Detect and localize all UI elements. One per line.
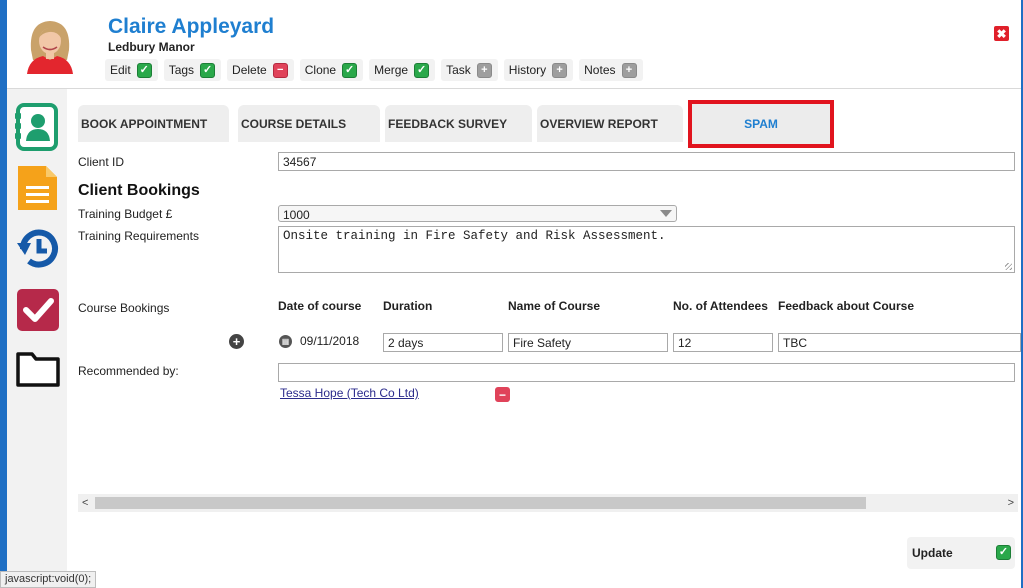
calendar-icon[interactable]: ▦: [279, 335, 292, 348]
notes-action[interactable]: Notes +: [579, 59, 643, 81]
notes-label: Notes: [584, 63, 616, 77]
contact-organisation: Ledbury Manor: [108, 40, 195, 54]
horizontal-scrollbar[interactable]: < >: [78, 494, 1018, 512]
history-action[interactable]: History +: [503, 59, 574, 81]
column-header-attendees: No. of Attendees: [673, 299, 768, 313]
recommended-by-field[interactable]: [278, 363, 1015, 382]
folder-icon: [16, 352, 60, 387]
check-icon[interactable]: ✓: [200, 62, 216, 78]
history-icon: [17, 229, 58, 268]
update-button[interactable]: Update ✓: [907, 537, 1015, 569]
history-label: History: [508, 63, 547, 77]
task-action[interactable]: Task +: [441, 59, 498, 81]
tab-course-details[interactable]: COURSE DETAILS: [238, 105, 380, 142]
contact-window: Claire Appleyard Ledbury Manor Edit ✓ Ta…: [7, 0, 1021, 588]
task-label: Task: [446, 63, 471, 77]
delete-label: Delete: [232, 63, 267, 77]
column-header-duration: Duration: [383, 299, 433, 313]
column-header-course-name: Name of Course: [508, 299, 601, 313]
update-label: Update: [912, 546, 953, 560]
check-icon[interactable]: ✓: [136, 62, 152, 78]
clone-label: Clone: [304, 63, 337, 77]
contact-name: Claire Appleyard: [108, 15, 275, 38]
resize-grip-icon[interactable]: [1005, 263, 1012, 270]
sidebar-item-history[interactable]: [15, 225, 61, 273]
scroll-left-icon[interactable]: <: [82, 497, 88, 509]
delete-action[interactable]: Delete −: [227, 59, 294, 81]
recommended-by-label: Recommended by:: [78, 364, 179, 378]
tab-book-appointment[interactable]: BOOK APPOINTMENT: [78, 105, 229, 142]
plus-icon[interactable]: +: [552, 62, 568, 78]
minus-icon[interactable]: −: [272, 62, 288, 78]
sidebar-item-contact[interactable]: [15, 103, 61, 151]
scrollbar-thumb[interactable]: [95, 497, 866, 509]
column-header-feedback: Feedback about Course: [778, 299, 915, 313]
header: Claire Appleyard Ledbury Manor Edit ✓ Ta…: [7, 0, 1021, 89]
check-icon[interactable]: ✓: [414, 62, 430, 78]
section-title: Client Bookings: [78, 182, 200, 199]
column-header-date: Date of course: [278, 299, 362, 313]
booking-date[interactable]: 09/11/2018: [300, 334, 359, 348]
edit-action[interactable]: Edit ✓: [105, 59, 158, 81]
tags-label: Tags: [168, 63, 195, 77]
check-icon[interactable]: ✓: [342, 62, 358, 78]
check-icon[interactable]: ✓: [996, 545, 1011, 560]
training-requirements-text: Onsite training in Fire Safety and Risk …: [283, 229, 666, 243]
tab-feedback-survey[interactable]: FEEDBACK SURVEY: [385, 105, 532, 142]
sidebar-item-documents[interactable]: [15, 164, 61, 212]
attendees-field[interactable]: 12: [673, 333, 773, 352]
remove-recommender-icon[interactable]: −: [495, 387, 510, 402]
training-requirements-field[interactable]: Onsite training in Fire Safety and Risk …: [278, 226, 1015, 273]
sidebar: [7, 89, 67, 588]
clone-action[interactable]: Clone ✓: [299, 59, 364, 81]
merge-action[interactable]: Merge ✓: [369, 59, 436, 81]
checkbox-icon: [17, 289, 59, 331]
chevron-down-icon: [660, 210, 672, 217]
add-booking-icon[interactable]: +: [229, 334, 244, 349]
plus-icon[interactable]: +: [476, 62, 492, 78]
contact-card-icon: [15, 103, 58, 151]
action-bar: Edit ✓ Tags ✓ Delete − Clone ✓ Merge ✓ T…: [105, 58, 649, 82]
course-name-field[interactable]: Fire Safety: [508, 333, 668, 352]
status-bar: javascript:void(0);: [0, 571, 97, 588]
training-budget-select[interactable]: 1000: [278, 205, 677, 222]
feedback-field[interactable]: TBC: [778, 333, 1021, 352]
course-bookings-label: Course Bookings: [78, 301, 170, 315]
recommender-link[interactable]: Tessa Hope (Tech Co Ltd): [280, 386, 419, 400]
training-budget-label: Training Budget £: [78, 207, 173, 221]
avatar: [21, 16, 79, 74]
training-budget-value: 1000: [283, 208, 310, 222]
client-id-field[interactable]: 34567: [278, 152, 1015, 171]
plus-icon[interactable]: +: [621, 62, 637, 78]
client-id-label: Client ID: [78, 155, 125, 169]
document-icon: [18, 166, 57, 210]
scroll-right-icon[interactable]: >: [1008, 497, 1014, 509]
tags-action[interactable]: Tags ✓: [163, 59, 222, 81]
sidebar-item-tasks[interactable]: [15, 286, 61, 334]
duration-field[interactable]: 2 days: [383, 333, 503, 352]
edit-label: Edit: [110, 63, 131, 77]
sidebar-item-files[interactable]: [15, 344, 61, 392]
tab-overview-report[interactable]: OVERVIEW REPORT: [537, 105, 683, 142]
merge-label: Merge: [374, 63, 409, 77]
tab-spam[interactable]: SPAM: [688, 100, 834, 148]
close-icon[interactable]: ✖: [994, 26, 1009, 41]
training-requirements-label: Training Requirements: [78, 229, 199, 243]
